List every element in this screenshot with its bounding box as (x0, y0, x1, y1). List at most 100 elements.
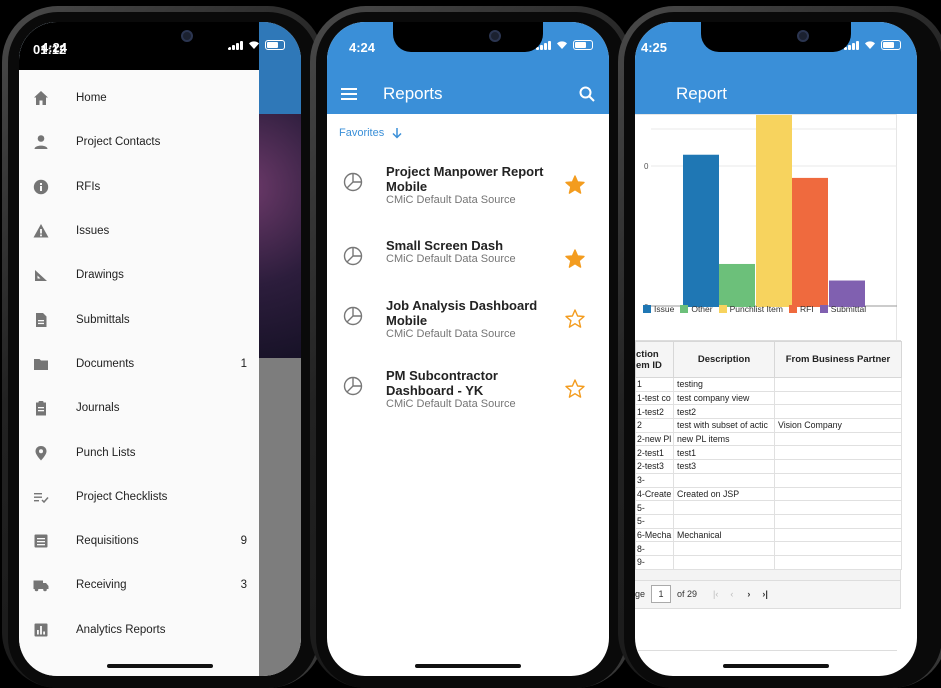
table-row[interactable]: 2-test3 test3 (635, 459, 902, 474)
bar-other[interactable] (719, 263, 755, 307)
menu-item-journals[interactable]: Journals (19, 386, 259, 430)
menu-item-submittals[interactable]: Submittals (19, 297, 259, 341)
report-list-item[interactable]: Project Manpower Report Mobile CMiC Defau… (327, 164, 609, 224)
star-filled-icon[interactable] (565, 175, 585, 195)
home-indicator[interactable] (723, 664, 829, 668)
table-cell (774, 541, 902, 556)
menu-item-home[interactable]: Home (19, 76, 259, 120)
menu-item-requisitions[interactable]: Requisitions 9 (19, 519, 259, 563)
menu-item-project-contacts[interactable]: Project Contacts (19, 120, 259, 164)
pie-chart-icon (343, 172, 363, 192)
table-row[interactable]: 2-test1 test1 (635, 445, 902, 461)
camera-icon (181, 30, 193, 42)
table-cell: test company view (673, 390, 775, 406)
battery-icon (573, 40, 593, 50)
table-cell: 9- (635, 554, 674, 570)
menu-item-punch-lists[interactable]: Punch Lists (19, 430, 259, 474)
table-row[interactable]: 1 testing (635, 377, 902, 392)
clipboard-icon (32, 399, 50, 417)
report-list-item[interactable]: Small Screen Dash CMiC Default Data Sourc… (327, 238, 609, 298)
star-outline-icon[interactable] (565, 309, 585, 329)
table-cell: test1 (673, 445, 775, 461)
phone-frame-2: Reports 4:24 Favorites Project Manpower … (310, 6, 632, 688)
table-cell (774, 459, 902, 474)
report-list-item[interactable]: Job Analysis Dashboard Mobile CMiC Defaul… (327, 298, 609, 358)
table-row[interactable]: 4-Create Created on JSP (635, 486, 902, 502)
table-cell (774, 390, 902, 406)
menu-item-documents[interactable]: Documents 1 (19, 342, 259, 386)
legend-item[interactable]: Issue (643, 304, 674, 314)
battery-icon (265, 40, 285, 50)
star-filled-icon[interactable] (565, 249, 585, 269)
phone-frame-1: 4:24 01:12 Home Project Contacts RFIs Issue… (2, 6, 324, 688)
table-row[interactable]: 2 test with subset of actic Vision Company (635, 418, 902, 433)
home-indicator[interactable] (107, 664, 213, 668)
menu-item-count: 1 (240, 357, 247, 370)
menu-item-drawings[interactable]: Drawings (19, 253, 259, 297)
hamburger-menu-icon[interactable] (341, 88, 357, 100)
warning-icon (32, 222, 50, 240)
legend-label: Submittal (830, 304, 867, 314)
table-cell (774, 404, 902, 420)
favorites-sort[interactable]: Favorites (339, 127, 402, 139)
menu-item-receiving[interactable]: Receiving 3 (19, 563, 259, 607)
legend-item[interactable]: RFI (788, 304, 814, 314)
table-cell: new PL items (673, 431, 775, 447)
table-row[interactable]: 9- (635, 554, 902, 570)
menu-item-rfis[interactable]: RFIs (19, 165, 259, 209)
column-header[interactable]: Description (673, 341, 775, 378)
table-cell (774, 377, 902, 392)
status-time: 4:25 (641, 40, 668, 55)
pin-icon (32, 444, 50, 462)
table-cell (774, 527, 902, 543)
legend-label: Punchlist Item (729, 304, 783, 314)
menu-item-issues[interactable]: Issues (19, 209, 259, 253)
menu-item-label: Analytics Reports (76, 623, 166, 636)
table-cell (774, 554, 902, 570)
legend-item[interactable]: Submittal (819, 304, 867, 314)
table-row[interactable]: 3- (635, 472, 902, 488)
chart-container: 00 IssueOtherPunchlist ItemRFISubmittal (635, 114, 897, 348)
table-row[interactable]: 1-test co test company view (635, 390, 902, 406)
table-cell: test with subset of actic (673, 418, 775, 433)
first-page-icon[interactable]: |‹ (713, 589, 718, 599)
table-cell (774, 486, 902, 502)
wifi-icon (865, 41, 875, 49)
bar-issue[interactable] (683, 154, 719, 307)
star-outline-icon[interactable] (565, 379, 585, 399)
legend-item[interactable]: Other (680, 304, 713, 314)
page-number-input[interactable]: 1 (651, 585, 672, 604)
menu-item-analytics-reports[interactable]: Analytics Reports (19, 608, 259, 652)
menu-item-label: Drawings (76, 269, 124, 282)
menu-item-label: Home (76, 92, 107, 105)
legend-item[interactable]: Punchlist Item (718, 304, 783, 314)
bar-rfi[interactable] (792, 177, 828, 307)
table-row[interactable]: 6-Mecha Mechanical (635, 527, 902, 543)
search-icon[interactable] (579, 86, 595, 102)
menu-item-label: Project Contacts (76, 136, 161, 149)
column-header[interactable]: ction em ID (635, 341, 674, 378)
grid-pager: ge 1 of 29 |‹ ‹ › ›| (635, 579, 900, 608)
arrow-down-icon (392, 127, 402, 139)
home-indicator[interactable] (415, 664, 521, 668)
last-page-icon[interactable]: ›| (762, 589, 768, 599)
table-cell: 2 (635, 418, 674, 433)
report-list-item[interactable]: PM Subcontractor Dashboard - YK CMiC Defa… (327, 368, 609, 428)
column-header[interactable]: From Business Partner (774, 341, 902, 378)
menu-item-project-checklists[interactable]: Project Checklists (19, 475, 259, 519)
camera-icon (489, 30, 501, 42)
table-row[interactable]: 5- (635, 513, 902, 529)
table-row[interactable]: 8- (635, 541, 902, 556)
previous-page-icon[interactable]: ‹ (730, 589, 733, 599)
table-cell: 1 (635, 377, 674, 392)
table-row[interactable]: 5- (635, 500, 902, 515)
table-cell (673, 554, 775, 570)
table-cell: 2-new Pl (635, 431, 674, 447)
page-count: of 29 (677, 589, 698, 600)
list-icon (32, 532, 50, 550)
table-row[interactable]: 2-new Pl new PL items (635, 431, 902, 447)
next-page-icon[interactable]: › (747, 589, 750, 599)
table-row[interactable]: 1-test2 test2 (635, 404, 902, 420)
table-cell: 8- (635, 541, 674, 556)
bar-punchlist-item[interactable] (756, 115, 792, 307)
